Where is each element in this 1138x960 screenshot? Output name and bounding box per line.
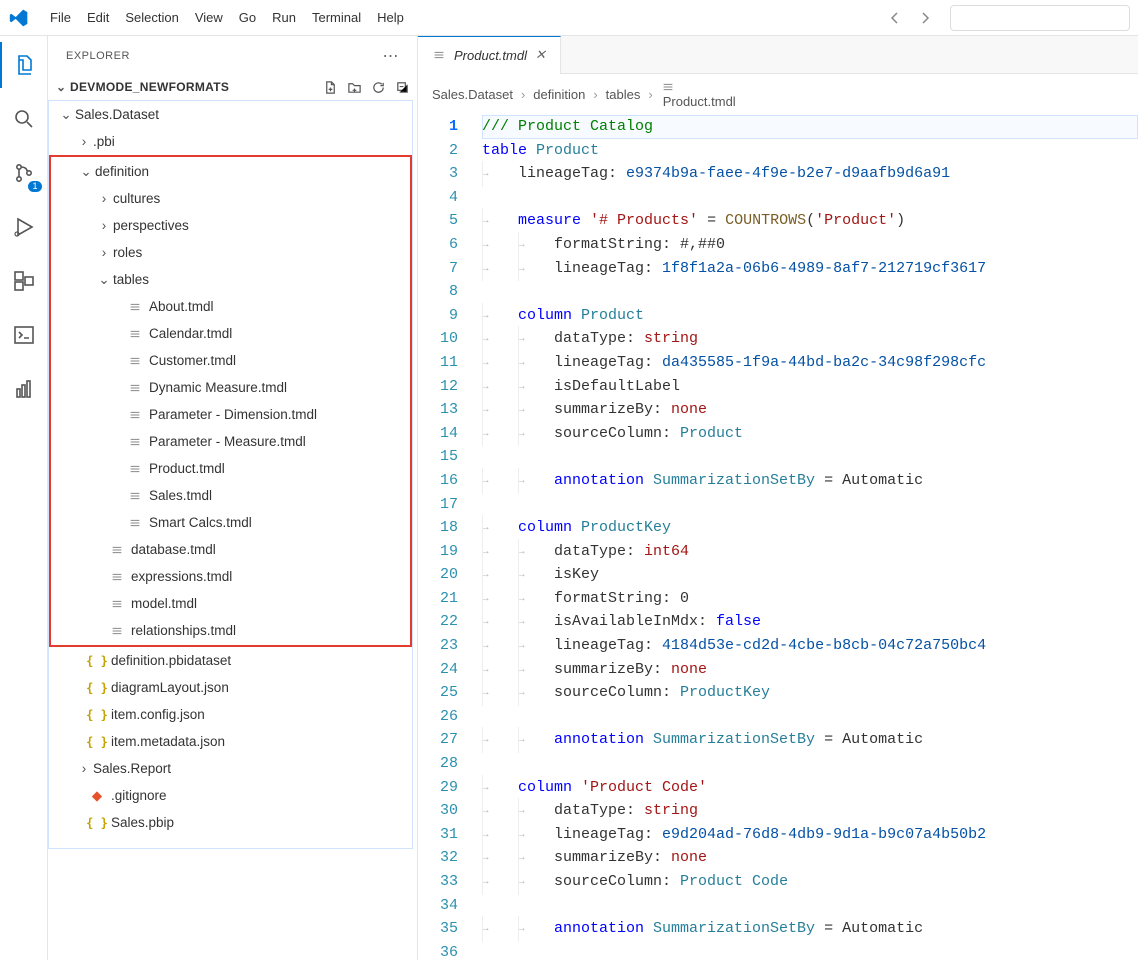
activity-search-icon[interactable] (0, 96, 48, 142)
breadcrumb-definition[interactable]: definition (533, 87, 585, 102)
menu-edit[interactable]: Edit (79, 6, 117, 29)
tree-file-dynamic-measure-tmdl[interactable]: Dynamic Measure.tmdl (51, 374, 410, 401)
tree-file-sales-pbip[interactable]: { }Sales.pbip (49, 809, 412, 836)
project-name: DEVMODE_NEWFORMATS (70, 80, 321, 94)
explorer-sidebar: EXPLORER ⋯ ⌄ DEVMODE_NEWFORMATS ⌄Sales.D… (48, 36, 418, 960)
tree-folder-definition[interactable]: ⌄definition (51, 158, 410, 185)
menu-file[interactable]: File (42, 6, 79, 29)
tree-file-parameter-measure-tmdl[interactable]: Parameter - Measure.tmdl (51, 428, 410, 455)
activity-explorer-icon[interactable] (0, 42, 48, 88)
menu-run[interactable]: Run (264, 6, 304, 29)
tree-folder-sales-report[interactable]: ›Sales.Report (49, 755, 412, 782)
refresh-icon[interactable] (369, 78, 387, 96)
tree-folder-perspectives[interactable]: ›perspectives (51, 212, 410, 239)
tree-file-item-metadata-json[interactable]: { }item.metadata.json (49, 728, 412, 755)
tree-file-parameter-dimension-tmdl[interactable]: Parameter - Dimension.tmdl (51, 401, 410, 428)
tree-file-about-tmdl[interactable]: About.tmdl (51, 293, 410, 320)
new-file-icon[interactable] (321, 78, 339, 96)
code-editor[interactable]: 1234567891011121314151617181920212223242… (418, 115, 1138, 960)
nav-back-icon[interactable] (882, 5, 908, 31)
activity-source-control-icon[interactable]: 1 (0, 150, 48, 196)
new-folder-icon[interactable] (345, 78, 363, 96)
breadcrumb-separator: › (593, 87, 597, 102)
breadcrumb-sales-dataset[interactable]: Sales.Dataset (432, 87, 513, 102)
activity-powerbi-icon[interactable] (0, 366, 48, 412)
tree-folder-cultures[interactable]: ›cultures (51, 185, 410, 212)
highlighted-definition-folder: ⌄definition›cultures›perspectives›roles⌄… (49, 155, 412, 647)
project-section-header[interactable]: ⌄ DEVMODE_NEWFORMATS (48, 74, 417, 100)
tree-file-relationships-tmdl[interactable]: relationships.tmdl (51, 617, 410, 644)
tree-file-database-tmdl[interactable]: database.tmdl (51, 536, 410, 563)
tree-file-calendar-tmdl[interactable]: Calendar.tmdl (51, 320, 410, 347)
tree-file-customer-tmdl[interactable]: Customer.tmdl (51, 347, 410, 374)
tree-folder-tables[interactable]: ⌄tables (51, 266, 410, 293)
menu-selection[interactable]: Selection (117, 6, 186, 29)
tree-folder-root[interactable]: ⌄Sales.Dataset (49, 101, 412, 128)
activity-extensions-icon[interactable] (0, 258, 48, 304)
breadcrumb-product-tmdl[interactable]: Product.tmdl (661, 80, 736, 109)
breadcrumbs: Sales.Dataset › definition › tables › Product… (418, 74, 1138, 115)
explorer-more-icon[interactable]: ⋯ (383, 46, 400, 66)
breadcrumb-separator: › (648, 87, 652, 102)
tree-file-product-tmdl[interactable]: Product.tmdl (51, 455, 410, 482)
tree-file--gitignore[interactable]: ◆.gitignore (49, 782, 412, 809)
editor-area: Product.tmdl ✕ Sales.Dataset › definition ›… (418, 36, 1138, 960)
menu-terminal[interactable]: Terminal (304, 6, 369, 29)
tree-file-diagramlayout-json[interactable]: { }diagramLayout.json (49, 674, 412, 701)
tree-folder--pbi[interactable]: ›.pbi (49, 128, 412, 155)
chevron-down-icon: ⌄ (54, 80, 68, 94)
activity-run-debug-icon[interactable] (0, 204, 48, 250)
menu-view[interactable]: View (187, 6, 231, 29)
scm-badge: 1 (28, 181, 41, 192)
tree-file-definition-pbidataset[interactable]: { }definition.pbidataset (49, 647, 412, 674)
breadcrumb-separator: › (521, 87, 525, 102)
editor-tabs: Product.tmdl ✕ (418, 36, 1138, 74)
code-content[interactable]: /// Product Catalogtable Product→lineage… (478, 115, 1138, 960)
collapse-all-icon[interactable] (393, 78, 411, 96)
activity-terminal-icon[interactable] (0, 312, 48, 358)
tree-file-item-config-json[interactable]: { }item.config.json (49, 701, 412, 728)
menubar: FileEditSelectionViewGoRunTerminalHelp (0, 0, 1138, 36)
breadcrumb-tables[interactable]: tables (606, 87, 641, 102)
file-tree: ⌄Sales.Dataset›.pbi⌄definition›cultures›… (48, 100, 413, 849)
tree-file-sales-tmdl[interactable]: Sales.tmdl (51, 482, 410, 509)
menu-help[interactable]: Help (369, 6, 412, 29)
activitybar: 1 (0, 36, 48, 960)
tree-file-smart-calcs-tmdl[interactable]: Smart Calcs.tmdl (51, 509, 410, 536)
line-gutter: 1234567891011121314151617181920212223242… (418, 115, 478, 960)
explorer-title: EXPLORER (66, 50, 130, 62)
tree-file-model-tmdl[interactable]: model.tmdl (51, 590, 410, 617)
tree-file-expressions-tmdl[interactable]: expressions.tmdl (51, 563, 410, 590)
vscode-logo (8, 7, 30, 29)
file-icon (432, 48, 446, 62)
editor-tab[interactable]: Product.tmdl ✕ (418, 36, 561, 74)
tab-label: Product.tmdl (454, 48, 527, 63)
menu-go[interactable]: Go (231, 6, 264, 29)
tree-folder-roles[interactable]: ›roles (51, 239, 410, 266)
command-center[interactable] (950, 5, 1130, 31)
close-icon[interactable]: ✕ (535, 47, 546, 63)
nav-forward-icon[interactable] (912, 5, 938, 31)
